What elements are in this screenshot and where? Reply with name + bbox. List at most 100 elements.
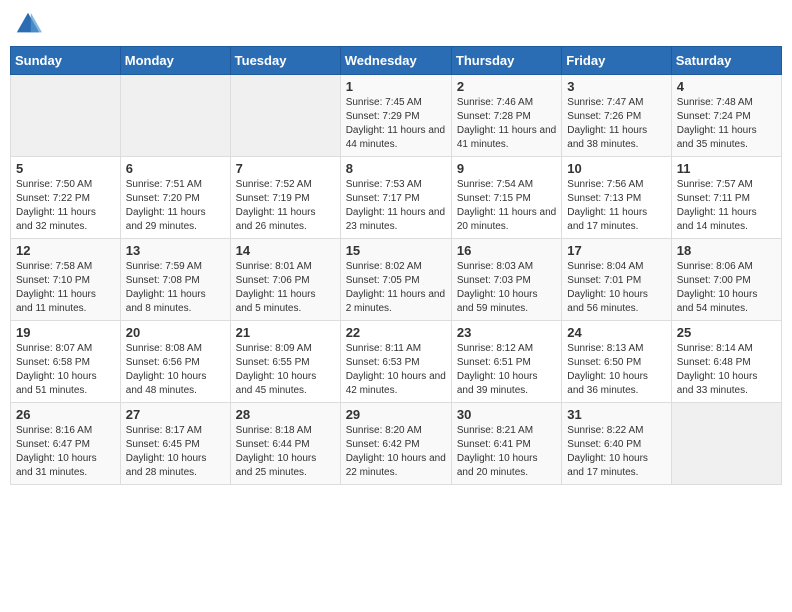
day-info: Sunrise: 8:21 AM Sunset: 6:41 PM Dayligh… xyxy=(457,424,556,480)
day-number: 26 xyxy=(16,407,115,422)
day-info: Sunrise: 7:53 AM Sunset: 7:17 PM Dayligh… xyxy=(346,178,446,234)
day-info: Sunrise: 7:58 AM Sunset: 7:10 PM Dayligh… xyxy=(16,260,115,316)
day-number: 15 xyxy=(346,243,446,258)
weekday-header-sunday: Sunday xyxy=(11,47,121,75)
day-number: 1 xyxy=(346,79,446,94)
day-info: Sunrise: 8:16 AM Sunset: 6:47 PM Dayligh… xyxy=(16,424,115,480)
calendar-cell: 1 Sunrise: 7:45 AM Sunset: 7:29 PM Daylig… xyxy=(340,75,451,157)
day-number: 18 xyxy=(677,243,776,258)
day-number: 6 xyxy=(126,161,225,176)
calendar-cell: 12 Sunrise: 7:58 AM Sunset: 7:10 PM Dayli… xyxy=(11,239,121,321)
calendar-cell: 17Sunrise: 8:04 AM Sunset: 7:01 PM Dayli… xyxy=(562,239,671,321)
day-info: Sunrise: 8:01 AM Sunset: 7:06 PM Dayligh… xyxy=(236,260,335,316)
weekday-header-tuesday: Tuesday xyxy=(230,47,340,75)
calendar-cell: 27Sunrise: 8:17 AM Sunset: 6:45 PM Dayli… xyxy=(120,403,230,485)
week-row-1: 1 Sunrise: 7:45 AM Sunset: 7:29 PM Daylig… xyxy=(11,75,782,157)
day-number: 3 xyxy=(567,79,665,94)
calendar-cell: 2Sunrise: 7:46 AM Sunset: 7:28 PM Daylig… xyxy=(451,75,561,157)
calendar-cell: 14 Sunrise: 8:01 AM Sunset: 7:06 PM Dayli… xyxy=(230,239,340,321)
day-number: 7 xyxy=(236,161,335,176)
calendar-cell: 5 Sunrise: 7:50 AM Sunset: 7:22 PM Daylig… xyxy=(11,157,121,239)
day-number: 29 xyxy=(346,407,446,422)
calendar-cell: 4 Sunrise: 7:48 AM Sunset: 7:24 PM Daylig… xyxy=(671,75,781,157)
day-info: Sunrise: 8:14 AM Sunset: 6:48 PM Dayligh… xyxy=(677,342,776,398)
day-number: 12 xyxy=(16,243,115,258)
day-number: 11 xyxy=(677,161,776,176)
day-number: 22 xyxy=(346,325,446,340)
calendar-cell: 16Sunrise: 8:03 AM Sunset: 7:03 PM Dayli… xyxy=(451,239,561,321)
day-number: 31 xyxy=(567,407,665,422)
day-number: 14 xyxy=(236,243,335,258)
day-number: 19 xyxy=(16,325,115,340)
calendar-cell: 15 Sunrise: 8:02 AM Sunset: 7:05 PM Dayli… xyxy=(340,239,451,321)
calendar-cell: 19 Sunrise: 8:07 AM Sunset: 6:58 PM Dayli… xyxy=(11,321,121,403)
weekday-header-wednesday: Wednesday xyxy=(340,47,451,75)
day-number: 9 xyxy=(457,161,556,176)
day-number: 16 xyxy=(457,243,556,258)
calendar-cell: 11Sunrise: 7:57 AM Sunset: 7:11 PM Dayli… xyxy=(671,157,781,239)
calendar-cell: 8Sunrise: 7:53 AM Sunset: 7:17 PM Daylig… xyxy=(340,157,451,239)
day-number: 20 xyxy=(126,325,225,340)
calendar-cell: 21 Sunrise: 8:09 AM Sunset: 6:55 PM Dayli… xyxy=(230,321,340,403)
day-number: 30 xyxy=(457,407,556,422)
day-info: Sunrise: 8:18 AM Sunset: 6:44 PM Dayligh… xyxy=(236,424,335,480)
day-info: Sunrise: 7:56 AM Sunset: 7:13 PM Dayligh… xyxy=(567,178,665,234)
day-info: Sunrise: 7:51 AM Sunset: 7:20 PM Dayligh… xyxy=(126,178,225,234)
day-info: Sunrise: 7:52 AM Sunset: 7:19 PM Dayligh… xyxy=(236,178,335,234)
calendar-cell: 3 Sunrise: 7:47 AM Sunset: 7:26 PM Daylig… xyxy=(562,75,671,157)
logo-icon xyxy=(14,10,42,38)
day-number: 17 xyxy=(567,243,665,258)
weekday-header-row: SundayMondayTuesdayWednesdayThursdayFrid… xyxy=(11,47,782,75)
calendar-cell: 30 Sunrise: 8:21 AM Sunset: 6:41 PM Dayli… xyxy=(451,403,561,485)
weekday-header-thursday: Thursday xyxy=(451,47,561,75)
day-number: 24 xyxy=(567,325,665,340)
calendar-cell xyxy=(120,75,230,157)
logo xyxy=(14,10,46,38)
day-number: 28 xyxy=(236,407,335,422)
weekday-header-saturday: Saturday xyxy=(671,47,781,75)
calendar-cell xyxy=(230,75,340,157)
calendar-cell: 24 Sunrise: 8:13 AM Sunset: 6:50 PM Dayli… xyxy=(562,321,671,403)
day-number: 13 xyxy=(126,243,225,258)
day-info: Sunrise: 7:45 AM Sunset: 7:29 PM Dayligh… xyxy=(346,96,446,152)
day-info: Sunrise: 8:09 AM Sunset: 6:55 PM Dayligh… xyxy=(236,342,335,398)
calendar-cell: 7 Sunrise: 7:52 AM Sunset: 7:19 PM Daylig… xyxy=(230,157,340,239)
day-number: 21 xyxy=(236,325,335,340)
day-info: Sunrise: 7:54 AM Sunset: 7:15 PM Dayligh… xyxy=(457,178,556,234)
calendar-cell: 29Sunrise: 8:20 AM Sunset: 6:42 PM Dayli… xyxy=(340,403,451,485)
day-number: 25 xyxy=(677,325,776,340)
day-info: Sunrise: 8:02 AM Sunset: 7:05 PM Dayligh… xyxy=(346,260,446,316)
calendar-cell: 6 Sunrise: 7:51 AM Sunset: 7:20 PM Daylig… xyxy=(120,157,230,239)
day-number: 5 xyxy=(16,161,115,176)
calendar-cell: 23 Sunrise: 8:12 AM Sunset: 6:51 PM Dayli… xyxy=(451,321,561,403)
calendar-cell: 22 Sunrise: 8:11 AM Sunset: 6:53 PM Dayli… xyxy=(340,321,451,403)
week-row-5: 26 Sunrise: 8:16 AM Sunset: 6:47 PM Dayli… xyxy=(11,403,782,485)
day-info: Sunrise: 7:47 AM Sunset: 7:26 PM Dayligh… xyxy=(567,96,665,152)
day-info: Sunrise: 8:13 AM Sunset: 6:50 PM Dayligh… xyxy=(567,342,665,398)
calendar-cell xyxy=(671,403,781,485)
day-number: 27 xyxy=(126,407,225,422)
calendar-cell: 18 Sunrise: 8:06 AM Sunset: 7:00 PM Dayli… xyxy=(671,239,781,321)
day-info: Sunrise: 8:11 AM Sunset: 6:53 PM Dayligh… xyxy=(346,342,446,398)
day-info: Sunrise: 8:08 AM Sunset: 6:56 PM Dayligh… xyxy=(126,342,225,398)
calendar-cell: 10Sunrise: 7:56 AM Sunset: 7:13 PM Dayli… xyxy=(562,157,671,239)
week-row-3: 12 Sunrise: 7:58 AM Sunset: 7:10 PM Dayli… xyxy=(11,239,782,321)
day-info: Sunrise: 7:50 AM Sunset: 7:22 PM Dayligh… xyxy=(16,178,115,234)
calendar-table: SundayMondayTuesdayWednesdayThursdayFrid… xyxy=(10,46,782,485)
day-number: 23 xyxy=(457,325,556,340)
day-number: 4 xyxy=(677,79,776,94)
day-info: Sunrise: 8:12 AM Sunset: 6:51 PM Dayligh… xyxy=(457,342,556,398)
day-info: Sunrise: 8:07 AM Sunset: 6:58 PM Dayligh… xyxy=(16,342,115,398)
calendar-cell xyxy=(11,75,121,157)
week-row-4: 19 Sunrise: 8:07 AM Sunset: 6:58 PM Dayli… xyxy=(11,321,782,403)
calendar-cell: 25 Sunrise: 8:14 AM Sunset: 6:48 PM Dayli… xyxy=(671,321,781,403)
calendar-cell: 13Sunrise: 7:59 AM Sunset: 7:08 PM Dayli… xyxy=(120,239,230,321)
calendar-cell: 20 Sunrise: 8:08 AM Sunset: 6:56 PM Dayli… xyxy=(120,321,230,403)
calendar-cell: 28 Sunrise: 8:18 AM Sunset: 6:44 PM Dayli… xyxy=(230,403,340,485)
day-info: Sunrise: 8:22 AM Sunset: 6:40 PM Dayligh… xyxy=(567,424,665,480)
day-info: Sunrise: 7:46 AM Sunset: 7:28 PM Dayligh… xyxy=(457,96,556,152)
calendar-cell: 26 Sunrise: 8:16 AM Sunset: 6:47 PM Dayli… xyxy=(11,403,121,485)
day-info: Sunrise: 8:06 AM Sunset: 7:00 PM Dayligh… xyxy=(677,260,776,316)
week-row-2: 5 Sunrise: 7:50 AM Sunset: 7:22 PM Daylig… xyxy=(11,157,782,239)
day-info: Sunrise: 7:48 AM Sunset: 7:24 PM Dayligh… xyxy=(677,96,776,152)
